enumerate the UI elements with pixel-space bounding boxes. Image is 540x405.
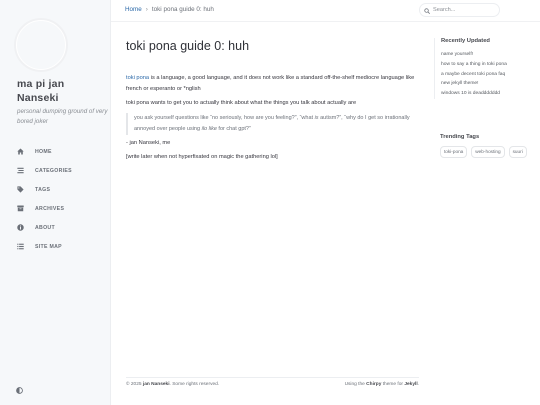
post-title: toki pona guide 0: huh [126,39,250,53]
nav-label-about: ABOUT [35,224,55,231]
info-icon [16,224,24,232]
post-paragraph-1: toki pona is a language, a good language… [126,73,426,95]
nav-label-archives: ARCHIVES [35,205,65,212]
site-title-line1[interactable]: ma pi jan [17,77,105,91]
nav-item-about[interactable]: ABOUT [0,218,111,237]
recent-post-link[interactable]: new jekyll theme! [441,79,534,89]
search-box[interactable] [419,3,500,17]
footer-copyright: © 2025 jan Nanseki. Some rights reserved… [126,382,219,387]
post-paragraph-2: toki pona wants to get you to actually t… [126,100,357,106]
topbar: Home › toki pona guide 0: huh [111,0,540,22]
nav-item-archives[interactable]: ARCHIVES [0,199,111,218]
recently-updated-section: Recently Updated name yourself! how to s… [434,38,534,99]
nav-item-home[interactable]: HOME [0,142,111,161]
recent-post-link[interactable]: name yourself! [441,50,534,60]
post-attribution: - jan Nanseki, me [126,140,171,146]
quote-text-e: for chat gpt?” [216,126,251,132]
recent-post-link[interactable]: a maybe decent toki pona faq [441,70,534,80]
tag-chip[interactable]: toki-pona [440,145,468,158]
site-subtitle: personal dumping ground of very bored jo… [17,108,108,125]
copyright-prefix: © 2025 [126,382,143,387]
nav-label-site-map: SITE MAP [35,243,62,250]
trending-tags-title: Trending Tags [440,133,480,140]
site-title[interactable]: ma pi jan Nanseki [17,77,105,105]
footer: © 2025 jan Nanseki. Some rights reserved… [126,377,419,387]
chirpy-link[interactable]: Chirpy [366,382,381,387]
tag-icon [16,186,24,194]
post-content: toki pona guide 0: huh toki pona is a la… [126,38,426,163]
sidebar-nav: HOME CATEGORIES TAGS ARCHIVES ABOUT SITE… [0,142,111,256]
post-note: [write later when not hyperfixated on ma… [126,154,278,160]
quote-text-a: you ask yourself questions like “no seri… [134,115,315,121]
nav-label-categories: CATEGORIES [35,167,72,174]
search-icon [424,1,433,19]
recent-post-link[interactable]: how to say a thing in toki pona [441,60,534,70]
post-blockquote: you ask yourself questions like “no seri… [126,113,416,135]
breadcrumb-current: toki pona guide 0: huh [151,6,214,13]
copyright-author-link[interactable]: jan Nanseki [143,382,170,387]
avatar[interactable] [16,20,66,70]
tag-chip[interactable]: suuri [508,145,527,158]
toki-pona-link[interactable]: toki pona [126,75,149,81]
site-title-line2[interactable]: Nanseki [17,91,105,105]
jekyll-link[interactable]: Jekyll [404,382,417,387]
post-paragraph-1-text: is a language, a good language, and it d… [126,75,415,92]
credit-suffix: . [417,382,419,387]
list-icon [16,243,24,251]
footer-theme-credit: Using the Chirpy theme for Jekyll. [345,382,419,387]
credit-middle: theme for [381,382,405,387]
tag-chip[interactable]: web-hosting [471,145,505,158]
nav-item-categories[interactable]: CATEGORIES [0,161,111,180]
nav-item-tags[interactable]: TAGS [0,180,111,199]
nav-item-site-map[interactable]: SITE MAP [0,237,111,256]
right-panel: Recently Updated name yourself! how to s… [434,38,534,158]
breadcrumb-home-link[interactable]: Home [125,6,142,13]
trending-tags-section: Trending Tags toki-pona web-hosting suur… [434,134,534,158]
copyright-suffix: . Some rights reserved. [169,382,220,387]
mode-toggle-button[interactable] [16,381,24,394]
recent-post-link[interactable]: windows 10 is deaddddddd [441,89,534,99]
quote-text-d: ilo like [201,126,217,132]
nav-label-home: HOME [35,148,52,155]
home-icon [16,148,24,156]
search-input[interactable] [433,7,495,13]
sidebar: ma pi jan Nanseki personal dumping groun… [0,0,111,405]
credit-prefix: Using the [344,382,367,387]
archive-icon [16,205,24,213]
nav-label-tags: TAGS [35,186,51,193]
breadcrumb: Home › toki pona guide 0: huh [125,6,214,13]
recently-updated-title: Recently Updated [441,38,490,44]
recently-updated-list: name yourself! how to say a thing in tok… [441,50,534,99]
breadcrumb-separator: › [145,6,148,13]
adjust-icon [16,381,23,398]
stream-icon [16,167,24,175]
trending-tags-list: toki-pona web-hosting suuri [440,145,530,158]
